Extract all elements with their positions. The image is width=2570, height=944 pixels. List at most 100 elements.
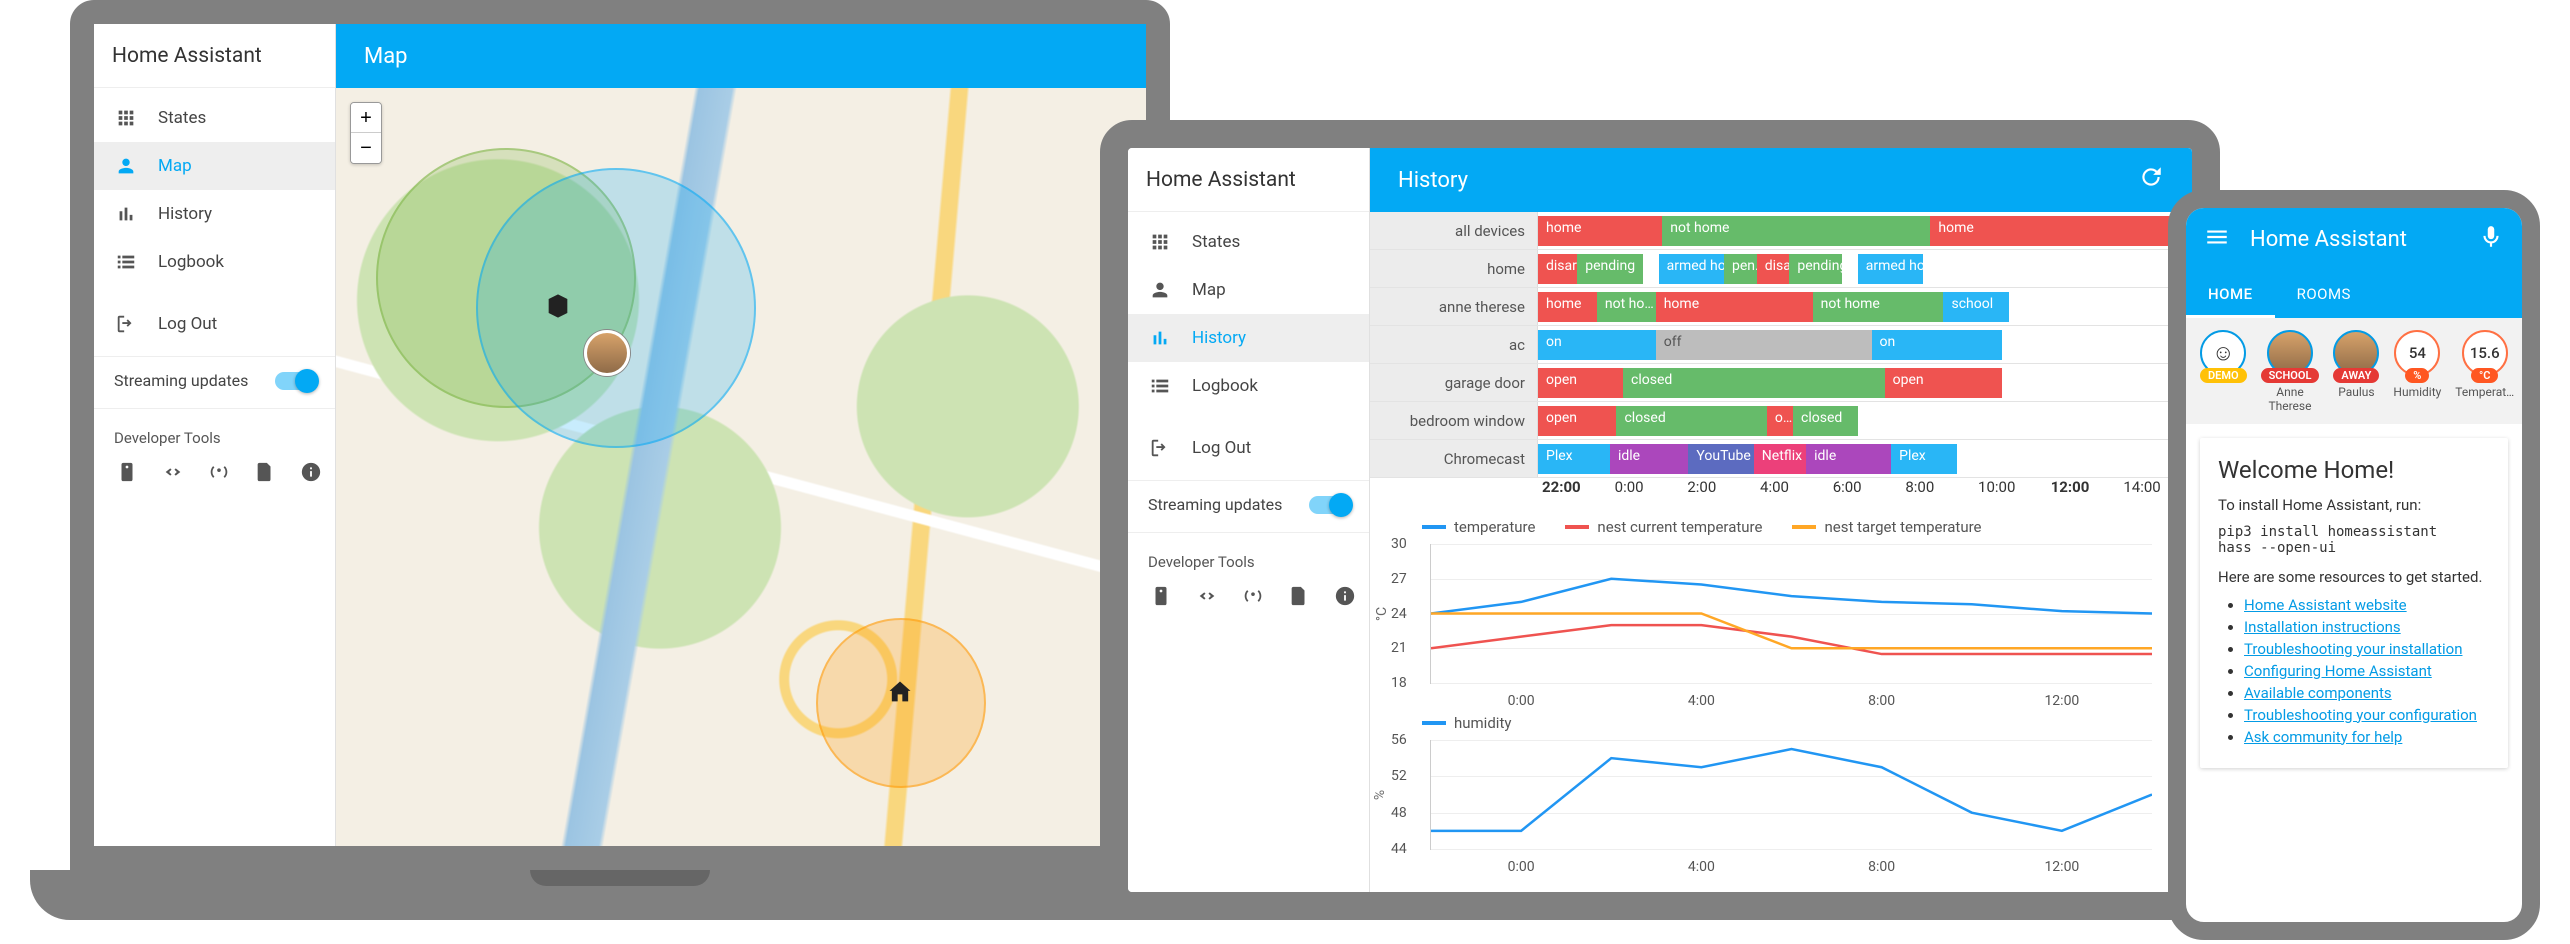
tab-home[interactable]: HOME: [2186, 270, 2275, 318]
file-icon[interactable]: [254, 461, 276, 488]
broadcast-icon[interactable]: [1242, 585, 1264, 612]
dev-tools-heading: Developer Tools: [1128, 532, 1369, 579]
sidebar-header: Home Assistant: [94, 24, 335, 88]
list-icon: [114, 250, 138, 274]
y-axis-label: °C: [1374, 606, 1390, 620]
app-title: Home Assistant: [112, 44, 262, 68]
person-icon: [1148, 278, 1172, 302]
history-segment: disa…: [1757, 254, 1790, 284]
code-icon[interactable]: [1196, 585, 1218, 612]
history-row-bars: onoffon: [1538, 326, 2192, 363]
history-segment: Netflix: [1754, 444, 1806, 474]
x-tick: 12:00: [2044, 693, 2079, 709]
chart-legend-temperature: temperaturenest current temperaturenest …: [1370, 508, 2192, 540]
sidebar-item-label: States: [1192, 232, 1240, 252]
file-icon[interactable]: [1288, 585, 1310, 612]
streaming-updates-toggle[interactable]: Streaming updates: [94, 356, 335, 404]
history-segment: [1842, 254, 1858, 284]
toggle-label: Streaming updates: [1148, 495, 1282, 514]
map-view[interactable]: + −: [336, 88, 1146, 846]
switch-icon[interactable]: [275, 372, 315, 390]
badge-name: Temperat…: [2455, 386, 2514, 400]
x-tick: 4:00: [1688, 693, 1715, 709]
badge-pill: SCHOOL: [2261, 368, 2320, 383]
resource-link[interactable]: Ask community for help: [2244, 728, 2402, 746]
badge-pill: AWAY: [2333, 368, 2379, 383]
history-segment: home: [1930, 216, 2192, 246]
history-row-bars: openclosedo…closed: [1538, 402, 2192, 439]
sidebar-item-history[interactable]: History: [1128, 314, 1369, 362]
streaming-updates-toggle[interactable]: Streaming updates: [1128, 480, 1369, 528]
sidebar-item-history[interactable]: History: [94, 190, 335, 238]
resource-link[interactable]: Home Assistant website: [2244, 596, 2407, 614]
menu-icon[interactable]: [2204, 224, 2230, 255]
time-tick: 12:00: [2047, 478, 2120, 508]
chevron-left-icon[interactable]: [1325, 164, 1351, 196]
humidity-chart: % 444852560:004:008:0012:00: [1430, 740, 2152, 850]
history-row-label: ac: [1370, 326, 1538, 363]
history-row: ChromecastPlexidleYouTubeNetflixidlePlex: [1370, 440, 2192, 478]
resource-link[interactable]: Troubleshooting your configuration: [2244, 706, 2477, 724]
appbar-title: Map: [364, 44, 408, 69]
time-tick: 22:00: [1538, 478, 1611, 508]
y-tick: 44: [1391, 841, 1407, 857]
resource-link[interactable]: Configuring Home Assistant: [2244, 662, 2432, 680]
sidebar-item-logbook[interactable]: Logbook: [94, 238, 335, 286]
history-segment: not home: [1662, 216, 1930, 246]
history-segment: o…: [1767, 406, 1793, 436]
sidebar-item-logbook[interactable]: Logbook: [1128, 362, 1369, 410]
remote-icon[interactable]: [1150, 585, 1172, 612]
zoom-out-button[interactable]: −: [351, 133, 381, 163]
history-segment: open: [1538, 406, 1616, 436]
history-row: all deviceshomenot homehome: [1370, 212, 2192, 250]
cube-pin-icon[interactable]: [544, 292, 572, 320]
avatar-pin[interactable]: [584, 330, 630, 376]
apps-icon: [114, 106, 138, 130]
chevron-left-icon[interactable]: [291, 40, 317, 72]
history-segment: closed: [1623, 368, 1885, 398]
status-badge[interactable]: SCHOOLAnne Therese: [2261, 330, 2320, 414]
sidebar-item-logout[interactable]: Log Out: [94, 300, 335, 348]
status-badge[interactable]: AWAYPaulus: [2333, 330, 2379, 400]
tablet-sidebar: Home Assistant States Map History: [1128, 148, 1370, 892]
remote-icon[interactable]: [116, 461, 138, 488]
x-tick: 4:00: [1688, 859, 1715, 875]
zoom-control: + −: [350, 102, 382, 164]
history-row: garage dooropenclosedopen: [1370, 364, 2192, 402]
badge-name: Humidity: [2393, 386, 2441, 400]
mic-icon[interactable]: [2478, 224, 2504, 255]
zoom-in-button[interactable]: +: [351, 103, 381, 133]
history-row-label: anne therese: [1370, 288, 1538, 325]
dev-tools-heading: Developer Tools: [94, 408, 335, 455]
y-tick: 24: [1391, 606, 1407, 622]
broadcast-icon[interactable]: [208, 461, 230, 488]
legend-item: nest target temperature: [1792, 518, 1981, 536]
status-badge[interactable]: 54%Humidity: [2393, 330, 2441, 400]
history-row: aconoffon: [1370, 326, 2192, 364]
sidebar-item-label: Log Out: [1192, 438, 1251, 458]
switch-icon[interactable]: [1309, 496, 1349, 514]
info-icon[interactable]: [1334, 585, 1356, 612]
info-icon[interactable]: [300, 461, 322, 488]
chart-icon: [114, 202, 138, 226]
status-badge[interactable]: ☺DEMO: [2200, 330, 2247, 386]
code-icon[interactable]: [162, 461, 184, 488]
y-axis-label: %: [1372, 789, 1388, 799]
home-pin-icon[interactable]: [886, 678, 914, 706]
status-badge[interactable]: 15.6°CTemperat…: [2455, 330, 2514, 400]
history-segment: home: [1538, 292, 1597, 322]
resource-link[interactable]: Troubleshooting your installation: [2244, 640, 2462, 658]
resource-link[interactable]: Available components: [2244, 684, 2392, 702]
sidebar-item-logout[interactable]: Log Out: [1128, 424, 1369, 472]
sidebar-item-map[interactable]: Map: [94, 142, 335, 190]
legend-item: humidity: [1422, 714, 1511, 732]
history-row-label: garage door: [1370, 364, 1538, 401]
sidebar-item-label: Logbook: [158, 252, 224, 272]
resource-link[interactable]: Installation instructions: [2244, 618, 2401, 636]
sidebar-item-map[interactable]: Map: [1128, 266, 1369, 314]
sidebar-item-states[interactable]: States: [94, 94, 335, 142]
list-icon: [1148, 374, 1172, 398]
sidebar-item-states[interactable]: States: [1128, 218, 1369, 266]
tab-rooms[interactable]: ROOMS: [2275, 270, 2373, 318]
refresh-icon[interactable]: [2138, 164, 2164, 196]
